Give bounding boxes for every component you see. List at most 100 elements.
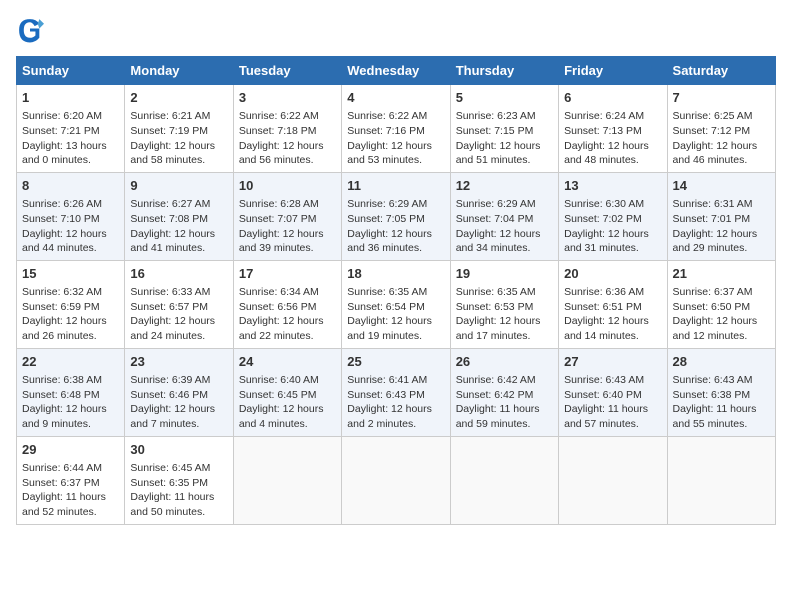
day-number: 11 xyxy=(347,177,444,195)
calendar-cell: 9 Sunrise: 6:27 AMSunset: 7:08 PMDaylight… xyxy=(125,172,233,260)
day-number: 20 xyxy=(564,265,661,283)
day-detail: Sunrise: 6:32 AMSunset: 6:59 PMDaylight:… xyxy=(22,285,119,344)
day-number: 23 xyxy=(130,353,227,371)
day-detail: Sunrise: 6:34 AMSunset: 6:56 PMDaylight:… xyxy=(239,285,336,344)
calendar-cell: 8 Sunrise: 6:26 AMSunset: 7:10 PMDaylight… xyxy=(17,172,125,260)
day-number: 27 xyxy=(564,353,661,371)
calendar-cell: 25 Sunrise: 6:41 AMSunset: 6:43 PMDayligh… xyxy=(342,348,450,436)
calendar-cell: 11 Sunrise: 6:29 AMSunset: 7:05 PMDayligh… xyxy=(342,172,450,260)
day-detail: Sunrise: 6:40 AMSunset: 6:45 PMDaylight:… xyxy=(239,373,336,432)
day-number: 24 xyxy=(239,353,336,371)
day-number: 16 xyxy=(130,265,227,283)
weekday-header-monday: Monday xyxy=(125,57,233,85)
day-detail: Sunrise: 6:20 AMSunset: 7:21 PMDaylight:… xyxy=(22,109,119,168)
day-number: 30 xyxy=(130,441,227,459)
day-detail: Sunrise: 6:43 AMSunset: 6:38 PMDaylight:… xyxy=(673,373,770,432)
day-detail: Sunrise: 6:26 AMSunset: 7:10 PMDaylight:… xyxy=(22,197,119,256)
day-number: 13 xyxy=(564,177,661,195)
day-detail: Sunrise: 6:28 AMSunset: 7:07 PMDaylight:… xyxy=(239,197,336,256)
day-detail: Sunrise: 6:22 AMSunset: 7:16 PMDaylight:… xyxy=(347,109,444,168)
calendar-week-row: 8 Sunrise: 6:26 AMSunset: 7:10 PMDaylight… xyxy=(17,172,776,260)
calendar-cell: 10 Sunrise: 6:28 AMSunset: 7:07 PMDayligh… xyxy=(233,172,341,260)
logo xyxy=(16,16,48,44)
calendar-week-row: 22 Sunrise: 6:38 AMSunset: 6:48 PMDayligh… xyxy=(17,348,776,436)
calendar-cell: 23 Sunrise: 6:39 AMSunset: 6:46 PMDayligh… xyxy=(125,348,233,436)
day-number: 19 xyxy=(456,265,553,283)
day-detail: Sunrise: 6:42 AMSunset: 6:42 PMDaylight:… xyxy=(456,373,553,432)
day-number: 2 xyxy=(130,89,227,107)
calendar-cell: 15 Sunrise: 6:32 AMSunset: 6:59 PMDayligh… xyxy=(17,260,125,348)
weekday-header-saturday: Saturday xyxy=(667,57,775,85)
calendar-cell xyxy=(233,436,341,524)
day-number: 12 xyxy=(456,177,553,195)
calendar-cell: 17Sunrise: 6:34 AMSunset: 6:56 PMDayligh… xyxy=(233,260,341,348)
day-detail: Sunrise: 6:29 AMSunset: 7:05 PMDaylight:… xyxy=(347,197,444,256)
calendar-cell: 1 Sunrise: 6:20 AMSunset: 7:21 PMDaylight… xyxy=(17,85,125,173)
day-detail: Sunrise: 6:31 AMSunset: 7:01 PMDaylight:… xyxy=(673,197,770,256)
calendar-cell xyxy=(342,436,450,524)
day-detail: Sunrise: 6:23 AMSunset: 7:15 PMDaylight:… xyxy=(456,109,553,168)
day-detail: Sunrise: 6:35 AMSunset: 6:53 PMDaylight:… xyxy=(456,285,553,344)
calendar-week-row: 1 Sunrise: 6:20 AMSunset: 7:21 PMDaylight… xyxy=(17,85,776,173)
day-detail: Sunrise: 6:44 AMSunset: 6:37 PMDaylight:… xyxy=(22,461,119,520)
day-number: 28 xyxy=(673,353,770,371)
day-detail: Sunrise: 6:35 AMSunset: 6:54 PMDaylight:… xyxy=(347,285,444,344)
day-detail: Sunrise: 6:41 AMSunset: 6:43 PMDaylight:… xyxy=(347,373,444,432)
calendar-cell: 20 Sunrise: 6:36 AMSunset: 6:51 PMDayligh… xyxy=(559,260,667,348)
weekday-header-thursday: Thursday xyxy=(450,57,558,85)
calendar-cell: 7Sunrise: 6:25 AMSunset: 7:12 PMDaylight… xyxy=(667,85,775,173)
day-number: 22 xyxy=(22,353,119,371)
calendar-cell xyxy=(450,436,558,524)
calendar-cell xyxy=(559,436,667,524)
calendar-cell: 6 Sunrise: 6:24 AMSunset: 7:13 PMDaylight… xyxy=(559,85,667,173)
calendar-cell xyxy=(667,436,775,524)
calendar-table: SundayMondayTuesdayWednesdayThursdayFrid… xyxy=(16,56,776,525)
calendar-cell: 13 Sunrise: 6:30 AMSunset: 7:02 PMDayligh… xyxy=(559,172,667,260)
day-number: 10 xyxy=(239,177,336,195)
calendar-cell: 14Sunrise: 6:31 AMSunset: 7:01 PMDayligh… xyxy=(667,172,775,260)
weekday-header-sunday: Sunday xyxy=(17,57,125,85)
day-number: 1 xyxy=(22,89,119,107)
page-header xyxy=(16,16,776,44)
day-detail: Sunrise: 6:37 AMSunset: 6:50 PMDaylight:… xyxy=(673,285,770,344)
day-number: 25 xyxy=(347,353,444,371)
day-number: 4 xyxy=(347,89,444,107)
day-number: 29 xyxy=(22,441,119,459)
day-detail: Sunrise: 6:36 AMSunset: 6:51 PMDaylight:… xyxy=(564,285,661,344)
calendar-cell: 29 Sunrise: 6:44 AMSunset: 6:37 PMDayligh… xyxy=(17,436,125,524)
day-number: 6 xyxy=(564,89,661,107)
calendar-cell: 12Sunrise: 6:29 AMSunset: 7:04 PMDayligh… xyxy=(450,172,558,260)
day-detail: Sunrise: 6:39 AMSunset: 6:46 PMDaylight:… xyxy=(130,373,227,432)
calendar-cell: 26 Sunrise: 6:42 AMSunset: 6:42 PMDayligh… xyxy=(450,348,558,436)
calendar-cell: 5Sunrise: 6:23 AMSunset: 7:15 PMDaylight… xyxy=(450,85,558,173)
day-number: 21 xyxy=(673,265,770,283)
weekday-header-tuesday: Tuesday xyxy=(233,57,341,85)
day-number: 8 xyxy=(22,177,119,195)
calendar-week-row: 29 Sunrise: 6:44 AMSunset: 6:37 PMDayligh… xyxy=(17,436,776,524)
day-detail: Sunrise: 6:30 AMSunset: 7:02 PMDaylight:… xyxy=(564,197,661,256)
day-detail: Sunrise: 6:27 AMSunset: 7:08 PMDaylight:… xyxy=(130,197,227,256)
calendar-cell: 16 Sunrise: 6:33 AMSunset: 6:57 PMDayligh… xyxy=(125,260,233,348)
day-number: 26 xyxy=(456,353,553,371)
calendar-cell: 22 Sunrise: 6:38 AMSunset: 6:48 PMDayligh… xyxy=(17,348,125,436)
weekday-header-row: SundayMondayTuesdayWednesdayThursdayFrid… xyxy=(17,57,776,85)
day-detail: Sunrise: 6:33 AMSunset: 6:57 PMDaylight:… xyxy=(130,285,227,344)
calendar-cell: 24 Sunrise: 6:40 AMSunset: 6:45 PMDayligh… xyxy=(233,348,341,436)
calendar-cell: 2Sunrise: 6:21 AMSunset: 7:19 PMDaylight… xyxy=(125,85,233,173)
calendar-cell: 21 Sunrise: 6:37 AMSunset: 6:50 PMDayligh… xyxy=(667,260,775,348)
day-detail: Sunrise: 6:24 AMSunset: 7:13 PMDaylight:… xyxy=(564,109,661,168)
weekday-header-wednesday: Wednesday xyxy=(342,57,450,85)
day-detail: Sunrise: 6:22 AMSunset: 7:18 PMDaylight:… xyxy=(239,109,336,168)
calendar-cell: 18 Sunrise: 6:35 AMSunset: 6:54 PMDayligh… xyxy=(342,260,450,348)
day-number: 3 xyxy=(239,89,336,107)
calendar-cell: 30Sunrise: 6:45 AMSunset: 6:35 PMDayligh… xyxy=(125,436,233,524)
day-number: 7 xyxy=(673,89,770,107)
day-detail: Sunrise: 6:43 AMSunset: 6:40 PMDaylight:… xyxy=(564,373,661,432)
day-detail: Sunrise: 6:38 AMSunset: 6:48 PMDaylight:… xyxy=(22,373,119,432)
logo-icon xyxy=(16,16,44,44)
day-number: 15 xyxy=(22,265,119,283)
day-number: 9 xyxy=(130,177,227,195)
calendar-cell: 28 Sunrise: 6:43 AMSunset: 6:38 PMDayligh… xyxy=(667,348,775,436)
day-number: 18 xyxy=(347,265,444,283)
calendar-cell: 27 Sunrise: 6:43 AMSunset: 6:40 PMDayligh… xyxy=(559,348,667,436)
